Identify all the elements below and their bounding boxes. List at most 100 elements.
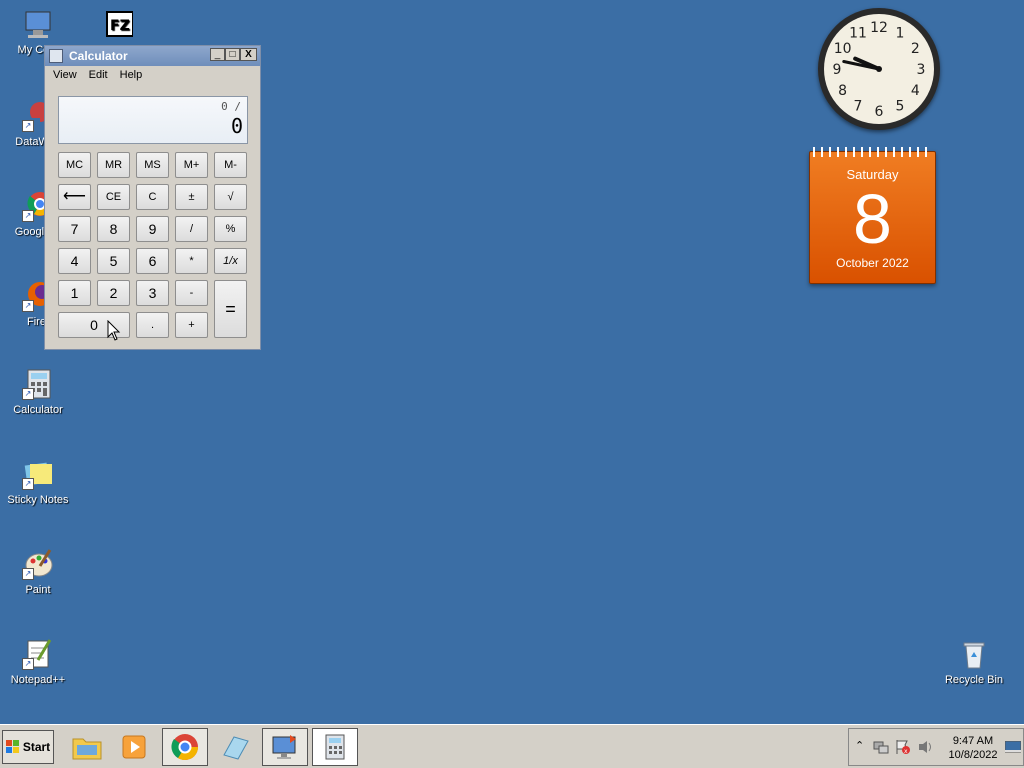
reciprocal-button[interactable]: 1/x xyxy=(214,248,247,274)
sticky-notes-icon: ↗ xyxy=(22,458,54,490)
calendar-rings xyxy=(813,147,931,157)
volume-icon[interactable] xyxy=(917,739,933,755)
digit-3-button[interactable]: 3 xyxy=(136,280,169,306)
start-button[interactable]: Start xyxy=(2,730,54,764)
calculator-display: 0 / 0 xyxy=(58,96,248,144)
clock-number: 9 xyxy=(833,62,842,78)
recycle-bin-icon xyxy=(958,638,990,670)
clock-number: 7 xyxy=(854,98,863,114)
desktop-icon-calculator[interactable]: ↗ Calculator xyxy=(0,368,76,416)
clock-number: 10 xyxy=(834,41,852,57)
computer-icon xyxy=(22,8,54,40)
multiply-button[interactable]: * xyxy=(175,248,208,274)
calculator-window[interactable]: Calculator _ □ X View Edit Help 0 / 0 MC… xyxy=(44,45,261,350)
digit-4-button[interactable]: 4 xyxy=(58,248,91,274)
digit-5-button[interactable]: 5 xyxy=(97,248,130,274)
desktop-icon-label: Sticky Notes xyxy=(7,494,69,506)
system-tray: ⌃ x 9:47 AM 10/8/2022 xyxy=(848,728,1024,766)
taskbar-file-explorer[interactable] xyxy=(64,728,110,766)
digit-1-button[interactable]: 1 xyxy=(58,280,91,306)
clock-number: 2 xyxy=(911,41,920,57)
m-plus-button[interactable]: M+ xyxy=(175,152,208,178)
clock-number: 11 xyxy=(849,26,867,42)
calculator-icon: ↗ xyxy=(22,368,54,400)
filezilla-icon: FZ xyxy=(101,10,134,42)
clock-number: 4 xyxy=(911,83,920,99)
menu-help[interactable]: Help xyxy=(120,69,143,81)
taskbar-notepad[interactable] xyxy=(212,728,258,766)
plus-button[interactable]: + xyxy=(175,312,208,338)
shortcut-arrow-icon: ↗ xyxy=(22,210,34,222)
calculator-icon xyxy=(325,734,345,760)
menu-bar: View Edit Help xyxy=(45,66,260,84)
desktop-icon-label: Recycle Bin xyxy=(944,674,1004,686)
action-center-flag-icon[interactable]: x xyxy=(895,739,911,755)
notepadpp-icon: ↗ xyxy=(22,638,54,670)
plus-minus-button[interactable]: ± xyxy=(175,184,208,210)
shortcut-arrow-icon: ↗ xyxy=(22,388,34,400)
shortcut-arrow-icon: ↗ xyxy=(22,568,34,580)
mr-button[interactable]: MR xyxy=(97,152,130,178)
notepad-icon xyxy=(223,736,249,760)
minimize-button[interactable]: _ xyxy=(210,48,225,61)
taskbar-remote-desktop[interactable] xyxy=(262,728,308,766)
clock-gadget[interactable]: 12 1 2 3 4 5 6 7 8 9 10 11 xyxy=(818,8,940,130)
desktop-icon-filezilla[interactable]: FZ xyxy=(79,10,155,46)
digit-8-button[interactable]: 8 xyxy=(97,216,130,242)
digit-6-button[interactable]: 6 xyxy=(136,248,169,274)
digit-7-button[interactable]: 7 xyxy=(58,216,91,242)
ms-button[interactable]: MS xyxy=(136,152,169,178)
desktop-icon-label: Paint xyxy=(25,584,51,596)
paint-icon: ↗ xyxy=(22,548,54,580)
clock-number: 5 xyxy=(896,98,905,114)
taskbar-media-player[interactable] xyxy=(112,728,158,766)
chrome-icon xyxy=(171,734,199,761)
desktop-icon-notepadpp[interactable]: ↗ Notepad++ xyxy=(0,638,76,686)
taskbar-calculator[interactable] xyxy=(312,728,358,766)
show-desktop-icon[interactable] xyxy=(1005,741,1021,753)
mc-button[interactable]: MC xyxy=(58,152,91,178)
shortcut-arrow-icon: ↗ xyxy=(22,120,34,132)
maximize-button[interactable]: □ xyxy=(225,48,240,61)
desktop-icon-label: Notepad++ xyxy=(10,674,66,686)
ce-button[interactable]: CE xyxy=(97,184,130,210)
network-icon[interactable] xyxy=(873,739,889,755)
desktop-icon-recycle-bin[interactable]: Recycle Bin xyxy=(936,638,1012,686)
calculator-title-icon xyxy=(49,49,63,63)
backspace-button[interactable]: ⟵ xyxy=(58,184,91,210)
shortcut-arrow-icon: ↗ xyxy=(22,478,34,490)
m-minus-button[interactable]: M- xyxy=(214,152,247,178)
menu-view[interactable]: View xyxy=(53,69,77,81)
equals-button[interactable]: = xyxy=(214,280,247,338)
show-hidden-icons-icon[interactable]: ⌃ xyxy=(855,739,864,752)
sqrt-button[interactable]: √ xyxy=(214,184,247,210)
digit-9-button[interactable]: 9 xyxy=(136,216,169,242)
mouse-cursor-icon xyxy=(107,320,121,341)
clock-number: 3 xyxy=(917,62,926,78)
calendar-gadget[interactable]: Saturday 8 October 2022 xyxy=(809,147,936,284)
media-player-icon xyxy=(122,735,146,759)
svg-text:FZ: FZ xyxy=(110,18,130,34)
shortcut-arrow-icon: ↗ xyxy=(22,658,34,670)
calendar-month-year: October 2022 xyxy=(836,256,909,270)
menu-edit[interactable]: Edit xyxy=(89,69,108,81)
divide-button[interactable]: / xyxy=(175,216,208,242)
folder-icon xyxy=(72,738,102,760)
display-value: 0 xyxy=(230,114,243,138)
decimal-button[interactable]: . xyxy=(136,312,169,338)
clock-number: 8 xyxy=(838,83,847,99)
taskbar-chrome[interactable] xyxy=(162,728,208,766)
clock-number: 12 xyxy=(870,20,888,36)
percent-button[interactable]: % xyxy=(214,216,247,242)
digit-2-button[interactable]: 2 xyxy=(97,280,130,306)
window-controls: _ □ X xyxy=(210,48,257,61)
desktop-icon-paint[interactable]: ↗ Paint xyxy=(0,548,76,596)
c-button[interactable]: C xyxy=(136,184,169,210)
taskbar: Start ⌃ x 9:47 AM 10/8/2022 xyxy=(0,724,1024,768)
minus-button[interactable]: - xyxy=(175,280,208,306)
clock-dial: 12 12 3 45678 9 1011 xyxy=(833,20,926,120)
tray-time: 9:47 AM xyxy=(952,735,994,747)
close-button[interactable]: X xyxy=(240,48,257,61)
tray-clock[interactable]: 9:47 AM 10/8/2022 xyxy=(945,734,1001,762)
desktop-icon-sticky-notes[interactable]: ↗ Sticky Notes xyxy=(0,458,76,506)
